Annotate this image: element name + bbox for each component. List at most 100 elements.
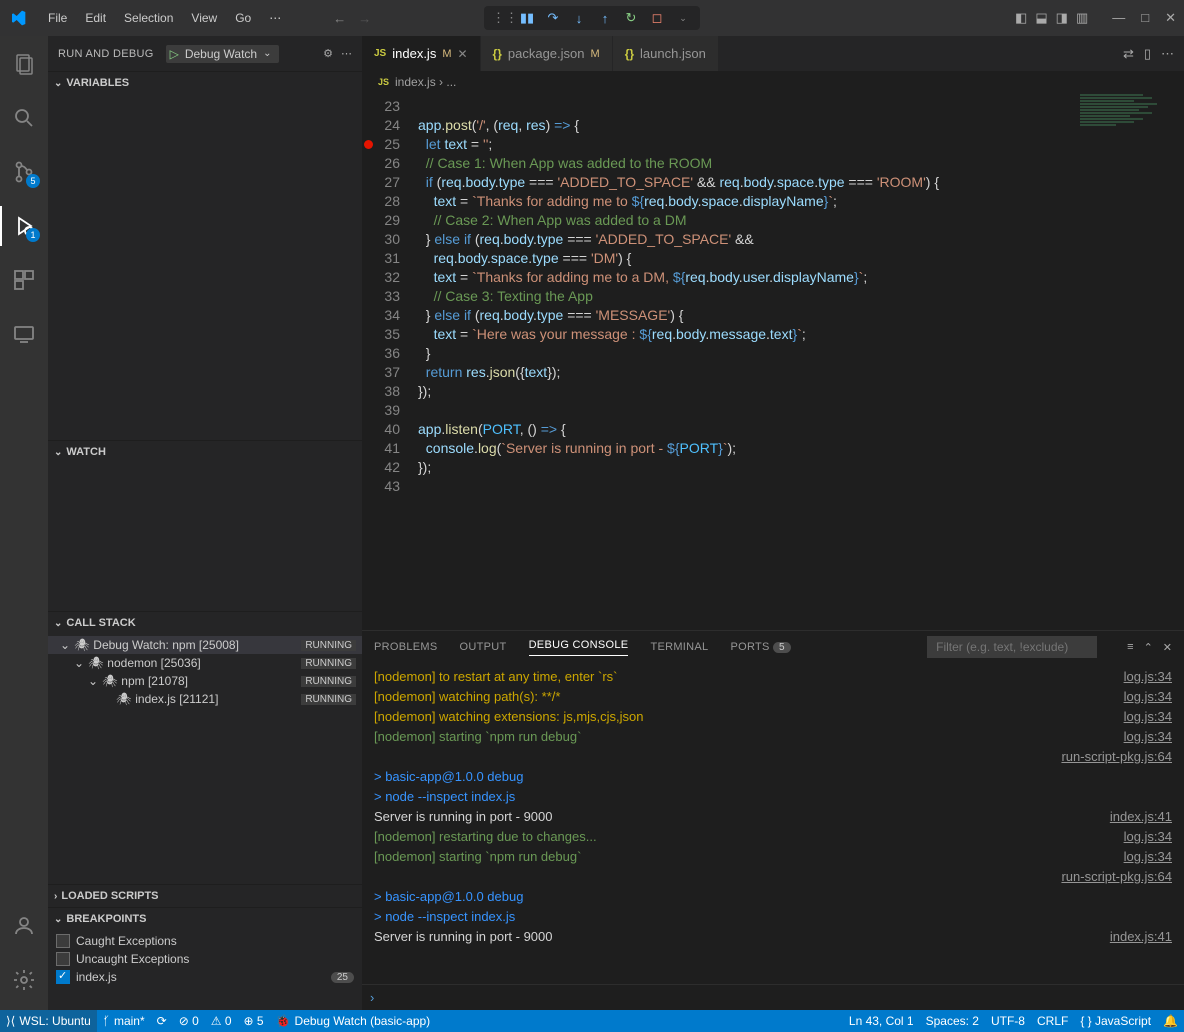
nav-forward-icon[interactable]: → [358,11,371,26]
editor-tab-index-js[interactable]: JSindex.jsM✕ [362,36,481,71]
sb-warnings[interactable]: ⚠ 0 [205,1010,238,1032]
sb-branch[interactable]: ᚶmain* [97,1010,151,1032]
layout-panel-icon[interactable]: ⬓ [1035,10,1047,26]
layout-custom-icon[interactable]: ▥ [1076,10,1088,26]
sb-lncol[interactable]: Ln 43, Col 1 [843,1014,920,1028]
sb-spaces[interactable]: Spaces: 2 [920,1014,985,1028]
ab-extensions[interactable] [0,260,48,300]
dbg-restart-icon[interactable]: ↻ [622,10,640,26]
console-source-link[interactable]: log.js:34 [1124,847,1172,867]
bp-file[interactable]: index.js25 [48,968,362,986]
ab-scm[interactable]: 5 [0,152,48,192]
ab-run-debug[interactable]: 1 [0,206,48,246]
code-editor[interactable]: 2324252627282930313233343536373839404142… [362,93,1184,630]
callstack-item[interactable]: ⌄🕷nodemon [25036]RUNNING [48,654,362,672]
sb-remote[interactable]: ⟩⟨WSL: Ubuntu [0,1010,97,1032]
dbg-stepinto-icon[interactable]: ↓ [570,11,588,26]
panel-tab-output[interactable]: OUTPUT [460,641,507,653]
checkbox-icon[interactable] [56,934,70,948]
console-line: > node --inspect index.js [374,787,515,807]
ab-accounts[interactable] [0,906,48,946]
callstack-item[interactable]: 🕷index.js [21121]RUNNING [48,690,362,708]
console-source-link[interactable]: index.js:41 [1110,807,1172,827]
console-source-link[interactable]: run-script-pkg.js:64 [1061,747,1172,767]
bp-caught[interactable]: Caught Exceptions [48,932,362,950]
debug-console-output[interactable]: [nodemon] to restart at any time, enter … [362,663,1184,984]
console-source-link[interactable]: log.js:34 [1124,727,1172,747]
sb-errors[interactable]: ⊘ 0 [173,1010,205,1032]
console-source-link[interactable]: run-script-pkg.js:64 [1061,867,1172,887]
sidebar-title: RUN AND DEBUG [58,48,154,60]
more-icon[interactable]: ⋯ [1161,46,1174,62]
window-controls: ― □ ✕ [1112,10,1176,26]
minimap[interactable] [1080,93,1170,183]
debug-console-input[interactable]: › [362,984,1184,1010]
dbg-drag-icon[interactable]: ⋮⋮ [492,10,510,26]
dbg-chevron-icon[interactable]: ⌄ [674,13,692,24]
window-maximize-icon[interactable]: □ [1141,10,1149,26]
panel-maximize-icon[interactable]: ⌃ [1144,641,1153,654]
chevron-down-icon: ⌄ [54,447,62,458]
close-icon[interactable]: ✕ [457,47,467,61]
breakpoint-icon[interactable] [364,140,373,149]
menu-more-icon[interactable]: ⋯ [261,7,289,29]
checkbox-icon[interactable] [56,952,70,966]
panel-close-icon[interactable]: ✕ [1163,641,1172,654]
console-source-link[interactable]: log.js:34 [1124,687,1172,707]
sb-lang[interactable]: { } JavaScript [1074,1014,1157,1028]
dbg-stop-icon[interactable]: ◻ [648,10,666,26]
ab-explorer[interactable] [0,44,48,84]
split-icon[interactable]: ▯ [1144,46,1151,62]
menu-view[interactable]: View [183,7,225,29]
ab-remote[interactable] [0,314,48,354]
panel-tab-ports[interactable]: PORTS 5 [730,641,790,653]
console-source-link[interactable]: log.js:34 [1124,667,1172,687]
sb-encoding[interactable]: UTF-8 [985,1014,1031,1028]
callstack-root[interactable]: ⌄🕷Debug Watch: npm [25008]RUNNING [48,636,362,654]
menu-selection[interactable]: Selection [116,7,181,29]
layout-primary-icon[interactable]: ◧ [1015,10,1027,26]
console-source-link[interactable]: log.js:34 [1124,707,1172,727]
console-source-link[interactable]: log.js:34 [1124,827,1172,847]
breadcrumb[interactable]: JS index.js › ... [362,71,1184,93]
editor-tab-package-json[interactable]: {}package.jsonM [481,36,613,71]
section-loaded-header[interactable]: ›LOADED SCRIPTS [48,885,362,907]
debug-config-label: Debug Watch [185,47,257,61]
section-callstack-header[interactable]: ⌄CALL STACK [48,612,362,634]
checkbox-checked-icon[interactable] [56,970,70,984]
panel-tab-debug-console[interactable]: DEBUG CONSOLE [529,639,629,656]
panel-tab-problems[interactable]: PROBLEMS [374,641,438,653]
section-breakpoints-header[interactable]: ⌄BREAKPOINTS [48,908,362,930]
bp-uncaught[interactable]: Uncaught Exceptions [48,950,362,968]
dbg-stepout-icon[interactable]: ↑ [596,11,614,26]
compare-icon[interactable]: ⇄ [1123,46,1134,62]
dbg-pause-icon[interactable]: ▮▮ [518,10,536,26]
sb-bell-icon[interactable]: 🔔 [1157,1014,1184,1028]
ab-settings[interactable] [0,960,48,1000]
sb-ports[interactable]: ⊕ 5 [238,1010,270,1032]
sb-sync[interactable]: ⟳ [151,1010,173,1032]
gear-icon[interactable]: ⚙ [323,47,333,60]
sb-eol[interactable]: CRLF [1031,1014,1074,1028]
layout-secondary-icon[interactable]: ◨ [1056,10,1068,26]
editor-tab-launch-json[interactable]: {}launch.json [613,36,719,71]
section-variables-header[interactable]: ⌄VARIABLES [48,72,362,94]
console-filter-input[interactable] [927,636,1097,658]
window-minimize-icon[interactable]: ― [1112,10,1125,26]
panel-tab-terminal[interactable]: TERMINAL [650,641,708,653]
menu-file[interactable]: File [40,7,75,29]
window-close-icon[interactable]: ✕ [1165,10,1176,26]
nav-back-icon[interactable]: ← [333,11,346,26]
sidebar: RUN AND DEBUG ▷ Debug Watch ⌄ ⚙ ⋯ ⌄VARIA… [48,36,362,1010]
panel-layout-icon[interactable]: ≡ [1127,641,1133,654]
dbg-stepover-icon[interactable]: ↷ [544,10,562,26]
sb-debug[interactable]: 🐞Debug Watch (basic-app) [270,1010,437,1032]
ab-search[interactable] [0,98,48,138]
console-source-link[interactable]: index.js:41 [1110,927,1172,947]
callstack-item[interactable]: ⌄🕷npm [21078]RUNNING [48,672,362,690]
debug-config-select[interactable]: ▷ Debug Watch ⌄ [166,45,280,63]
more-icon[interactable]: ⋯ [341,47,352,60]
menu-go[interactable]: Go [227,7,259,29]
menu-edit[interactable]: Edit [77,7,114,29]
section-watch-header[interactable]: ⌄WATCH [48,441,362,463]
